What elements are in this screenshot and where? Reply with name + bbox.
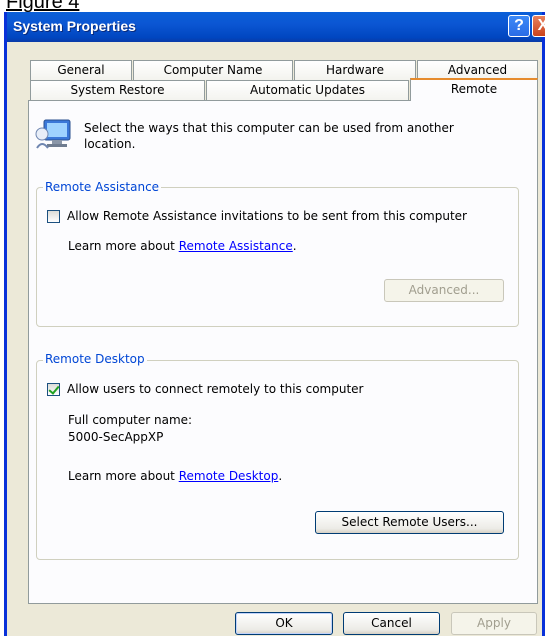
allow-remote-assistance-checkbox[interactable]: [47, 210, 60, 223]
full-computer-name-value: 5000-SecAppXP: [68, 430, 164, 444]
title-bar[interactable]: System Properties ? X: [7, 12, 545, 42]
tab-system-restore[interactable]: System Restore: [30, 80, 205, 101]
remote-computer-icon: [35, 119, 71, 149]
tab-hardware[interactable]: Hardware: [294, 60, 416, 80]
tab-advanced[interactable]: Advanced: [417, 60, 538, 80]
learn-more-prefix: Learn more about: [68, 239, 179, 253]
intro-text: Select the ways that this computer can b…: [84, 121, 454, 151]
allow-remote-connect-checkbox[interactable]: [47, 383, 60, 396]
select-remote-users-button[interactable]: Select Remote Users...: [315, 511, 504, 534]
close-button[interactable]: X: [532, 15, 545, 37]
apply-button[interactable]: Apply: [451, 612, 537, 635]
learn-more-remote-desktop: Learn more about Remote Desktop.: [68, 469, 282, 483]
window-title: System Properties: [13, 18, 136, 34]
remote-desktop-legend: Remote Desktop: [43, 352, 147, 366]
remote-assistance-group: [36, 187, 519, 327]
learn-more-suffix: .: [278, 469, 283, 483]
learn-more-remote-assistance: Learn more about Remote Assistance.: [68, 239, 297, 253]
remote-assistance-legend: Remote Assistance: [43, 180, 162, 194]
allow-remote-assistance-label[interactable]: Allow Remote Assistance invitations to b…: [67, 209, 467, 223]
ok-button[interactable]: OK: [235, 612, 333, 635]
allow-remote-connect-label[interactable]: Allow users to connect remotely to this …: [67, 382, 363, 396]
full-computer-name-label: Full computer name:: [68, 413, 193, 427]
advanced-button[interactable]: Advanced...: [384, 279, 504, 302]
learn-more-suffix: .: [292, 239, 297, 253]
learn-more-prefix: Learn more about: [68, 469, 179, 483]
cancel-button[interactable]: Cancel: [343, 612, 440, 635]
tab-computer-name[interactable]: Computer Name: [133, 60, 293, 80]
remote-assistance-link[interactable]: Remote Assistance: [179, 239, 293, 253]
tab-general[interactable]: General: [30, 60, 132, 80]
figure-caption: Figure 4: [6, 0, 80, 13]
remote-desktop-link[interactable]: Remote Desktop: [179, 469, 279, 483]
tab-remote[interactable]: Remote: [410, 78, 538, 101]
tab-automatic-updates[interactable]: Automatic Updates: [206, 80, 409, 101]
help-button[interactable]: ?: [508, 15, 530, 37]
